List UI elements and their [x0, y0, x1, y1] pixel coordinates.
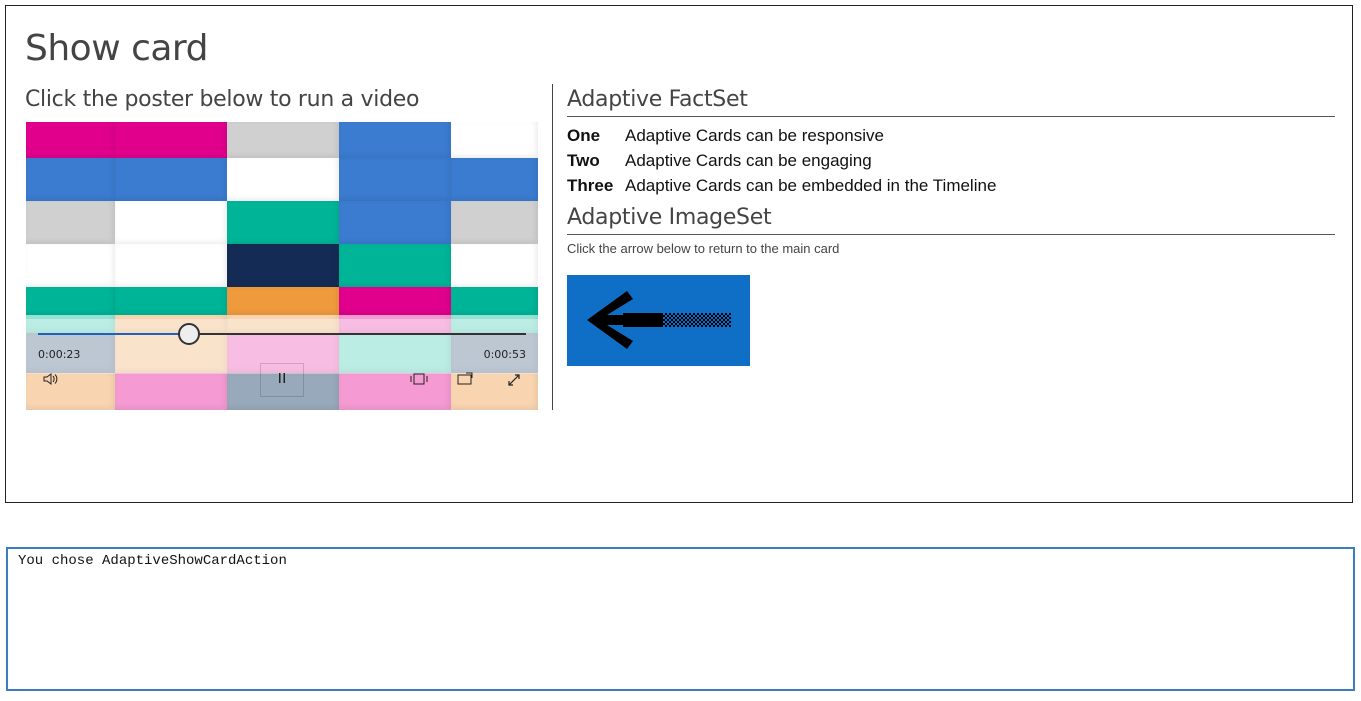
factset: One Adaptive Cards can be responsive Two… [567, 123, 1335, 198]
poster-tile [451, 122, 538, 158]
fullscreen-icon[interactable] [501, 372, 527, 392]
imageset-title: Adaptive ImageSet [567, 204, 1335, 235]
left-arrow-icon [587, 291, 731, 349]
imageset-note: Click the arrow below to return to the m… [567, 241, 840, 256]
output-log[interactable]: You chose AdaptiveShowCardAction [6, 547, 1355, 691]
poster-tile [451, 244, 538, 287]
column-divider [552, 84, 553, 410]
fact-value: Adaptive Cards can be responsive [625, 126, 884, 145]
fact-row: Two Adaptive Cards can be engaging [567, 148, 1335, 173]
poster-tile [227, 287, 339, 315]
poster-tile [26, 122, 115, 158]
poster-tile [227, 201, 339, 244]
duration-time: 0:00:53 [483, 348, 526, 361]
poster-tile [115, 373, 227, 410]
factset-title: Adaptive FactSet [567, 86, 1335, 117]
fact-row: Three Adaptive Cards can be embedded in … [567, 173, 1335, 198]
volume-icon[interactable] [38, 372, 64, 392]
poster-tile [227, 244, 339, 287]
poster-tile [115, 122, 227, 158]
video-column: Click the poster below to run a video 0:… [25, 86, 539, 410]
captions-icon[interactable] [406, 372, 432, 392]
poster-tile [339, 122, 451, 158]
poster-tile [451, 287, 538, 315]
poster-tile [227, 158, 339, 201]
poster-tile [339, 244, 451, 287]
back-arrow-image-button[interactable] [567, 275, 750, 366]
video-progress-fill [38, 333, 190, 335]
current-time: 0:00:23 [38, 348, 81, 361]
show-card: Show card Click the poster below to run … [5, 5, 1353, 503]
poster-tile [115, 287, 227, 315]
fact-row: One Adaptive Cards can be responsive [567, 123, 1335, 148]
poster-tile [339, 158, 451, 201]
poster-tile [26, 287, 115, 315]
card-title: Show card [25, 28, 208, 69]
fact-key: Two [567, 151, 600, 170]
poster-tile [451, 158, 538, 201]
poster-tile [26, 158, 115, 201]
fact-value: Adaptive Cards can be engaging [625, 151, 872, 170]
pause-icon[interactable] [260, 363, 304, 397]
fact-key: One [567, 126, 601, 145]
poster-tile [115, 244, 227, 287]
poster-tile [227, 122, 339, 158]
poster-tile [339, 201, 451, 244]
fact-value: Adaptive Cards can be embedded in the Ti… [625, 176, 997, 195]
video-subtitle: Click the poster below to run a video [25, 87, 420, 112]
poster-tile [26, 201, 115, 244]
details-column: Adaptive FactSet One Adaptive Cards can … [567, 86, 1335, 366]
cast-icon[interactable] [452, 372, 478, 392]
video-player[interactable]: 0:00:23 0:00:53 [26, 122, 538, 410]
video-progress-bar[interactable] [38, 333, 526, 335]
poster-tile [26, 244, 115, 287]
poster-tile [451, 201, 538, 244]
poster-tile [115, 201, 227, 244]
poster-tile [339, 373, 451, 410]
poster-tile [339, 287, 451, 315]
poster-tile [115, 158, 227, 201]
fact-key: Three [567, 176, 614, 195]
